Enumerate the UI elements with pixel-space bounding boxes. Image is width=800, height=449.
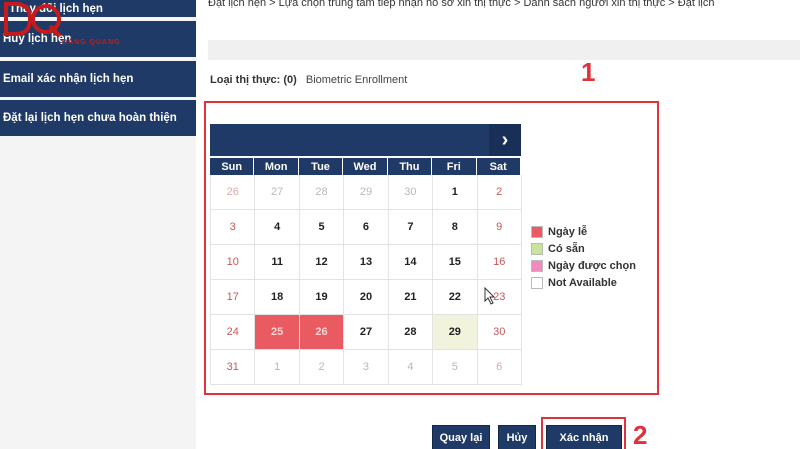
calendar-day[interactable]: 1 [433,175,478,210]
calendar-day[interactable]: 2 [299,350,345,385]
calendar-day[interactable]: 10 [211,245,256,280]
calendar-day[interactable]: 8 [433,210,478,245]
visa-type: Loại thị thực: (0) Biometric Enrollment [210,74,407,86]
progress-band [208,40,800,60]
weekday-wed: Wed [343,158,388,175]
calendar-day[interactable]: 4 [255,210,300,245]
calendar-day[interactable]: 17 [211,280,256,315]
calendar-day[interactable]: 25 [255,315,300,350]
calendar-day[interactable]: 19 [299,280,345,315]
calendar-day[interactable]: 5 [433,350,478,385]
legend-swatch [531,259,543,272]
calendar-day[interactable]: 29 [433,315,478,350]
logo-mark-icon [4,2,62,38]
calendar-day[interactable]: 12 [299,245,345,280]
calendar-day[interactable]: 3 [211,210,256,245]
weekday-header: Sun Mon Tue Wed Thu Fri Sat [210,156,521,175]
calendar-day[interactable]: 21 [388,280,434,315]
calendar-day[interactable]: 1 [255,350,300,385]
visa-type-label: Loại thị thực: (0) [210,74,297,86]
calendar-day[interactable]: 26 [299,315,345,350]
annotation-box-confirm [541,417,626,449]
calendar-day[interactable]: 20 [344,280,389,315]
calendar: › Sun Mon Tue Wed Thu Fri Sat 26 27 28 29 30 1 2 3 4 5 6… [210,124,522,385]
calendar-day[interactable]: 9 [477,210,522,245]
visa-type-value: Biometric Enrollment [305,74,408,86]
legend-item: Ngày được chọn [531,257,636,274]
annotation-number-1: 1 [581,57,596,87]
sidebar-item-label: Email xác nhận lịch hẹn [3,73,134,85]
weekday-mon: Mon [254,158,299,175]
weekday-thu: Thu [388,158,433,175]
legend-item: Ngày lễ [531,223,636,240]
calendar-day[interactable]: 28 [388,315,434,350]
back-button[interactable]: Quay lại [432,425,490,449]
calendar-day[interactable]: 27 [344,315,389,350]
calendar-day[interactable]: 22 [433,280,478,315]
legend-label: Ngày được chọn [548,259,636,272]
legend-label: Not Available [548,276,617,289]
calendar-day[interactable]: 4 [388,350,434,385]
calendar-day[interactable]: 26 [211,175,256,210]
calendar-day[interactable]: 15 [433,245,478,280]
weekday-tue: Tue [299,158,344,175]
cancel-button[interactable]: Hủy [498,425,536,449]
logo-subtitle: ĐĂNG QUANG [62,39,121,46]
calendar-day[interactable]: 6 [477,350,522,385]
weekday-fri: Fri [432,158,477,175]
next-month-button[interactable]: › [489,124,521,156]
logo: DQ ĐĂNG QUANG [2,0,122,58]
sidebar-item-email-confirmation[interactable]: Email xác nhận lịch hẹn [0,61,196,99]
calendar-day[interactable]: 13 [344,245,389,280]
calendar-header: › [210,124,521,156]
sidebar-item-label: Đặt lại lịch hẹn chưa hoàn thiện [3,112,177,124]
breadcrumb: Đặt lịch hẹn > Lựa chọn trung tâm tiếp n… [208,0,715,9]
calendar-day[interactable]: 5 [299,210,345,245]
chevron-right-icon: › [501,128,509,151]
annotation-number-2: 2 [633,420,648,449]
calendar-legend: Ngày lễ Có sẵn Ngày được chọn Not Available [531,223,636,291]
weekday-sat: Sat [477,158,521,175]
legend-label: Có sẵn [548,242,585,255]
calendar-day[interactable]: 28 [299,175,345,210]
sidebar-item-reset-incomplete[interactable]: Đặt lại lịch hẹn chưa hoàn thiện [0,100,196,138]
calendar-grid: 26 27 28 29 30 1 2 3 4 5 6 7 8 9 10 11 12 13 14 15 16 17 18 19 2… [210,175,522,385]
calendar-day[interactable]: 27 [255,175,300,210]
calendar-day[interactable]: 2 [477,175,522,210]
calendar-day[interactable]: 24 [211,315,256,350]
calendar-day[interactable]: 16 [477,245,522,280]
legend-swatch [531,225,543,238]
calendar-day[interactable]: 6 [344,210,389,245]
legend-item: Có sẵn [531,240,636,257]
calendar-day[interactable]: 30 [477,315,522,350]
weekday-sun: Sun [210,158,255,175]
calendar-day[interactable]: 7 [388,210,434,245]
calendar-day[interactable]: 18 [255,280,300,315]
calendar-day[interactable]: 11 [255,245,300,280]
mouse-cursor-icon [484,287,496,305]
calendar-day[interactable]: 14 [388,245,434,280]
calendar-day[interactable]: 30 [388,175,434,210]
legend-label: Ngày lễ [548,225,588,238]
calendar-day[interactable]: 3 [344,350,389,385]
legend-swatch [531,242,543,255]
legend-item: Not Available [531,274,636,291]
calendar-day[interactable]: 31 [211,350,256,385]
sidebar: Thay đổi lịch hẹn Hủy lịch hẹn Email xác… [0,0,196,449]
calendar-day[interactable]: 29 [344,175,389,210]
legend-swatch [531,276,543,289]
